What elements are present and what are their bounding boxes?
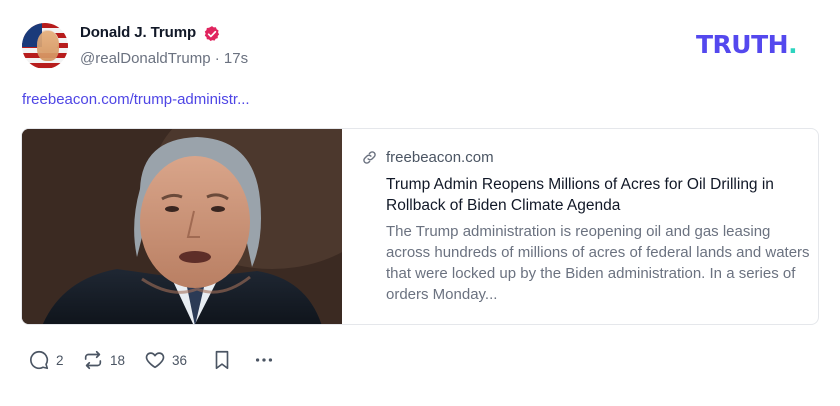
bookmark-button[interactable] <box>211 348 233 372</box>
post-link[interactable]: freebeacon.com/trump-administr... <box>22 91 250 108</box>
brand-dot: . <box>788 30 798 59</box>
repost-icon <box>84 350 102 370</box>
more-dots-icon <box>255 358 273 362</box>
like-button[interactable]: 36 <box>144 348 187 372</box>
truth-post: Donald J. Trump @realDonaldTrump · 17s T… <box>0 0 840 406</box>
reply-count: 2 <box>56 352 64 368</box>
author-name[interactable]: Donald J. Trump <box>80 24 196 41</box>
handle-row: @realDonaldTrump · 17s <box>80 50 248 67</box>
post-time[interactable]: 17s <box>224 50 248 67</box>
link-icon <box>363 151 376 164</box>
heart-icon <box>145 352 165 369</box>
card-title[interactable]: Trump Admin Reopens Millions of Acres fo… <box>386 174 811 216</box>
comment-icon <box>30 350 49 370</box>
link-preview-card[interactable]: freebeacon.com Trump Admin Reopens Milli… <box>21 128 819 325</box>
reply-button[interactable]: 2 <box>28 348 64 372</box>
bookmark-icon <box>215 350 229 370</box>
like-count: 36 <box>172 352 188 368</box>
card-description: The Trump administration is reopening oi… <box>386 223 810 303</box>
avatar-face <box>37 31 59 61</box>
author-handle[interactable]: @realDonaldTrump <box>80 50 211 67</box>
truth-logo[interactable]: TRUTH. <box>696 30 798 59</box>
card-domain: freebeacon.com <box>386 149 494 166</box>
brand-text: TRUTH <box>696 30 789 59</box>
thumbnail-portrait-illustration <box>22 129 342 324</box>
repost-button[interactable]: 18 <box>82 348 125 372</box>
card-thumbnail <box>22 129 342 324</box>
author-avatar[interactable] <box>22 23 68 69</box>
repost-count: 18 <box>110 352 126 368</box>
verified-badge-icon <box>204 26 220 42</box>
more-options-button[interactable] <box>253 348 275 372</box>
meta-separator: · <box>214 50 220 67</box>
